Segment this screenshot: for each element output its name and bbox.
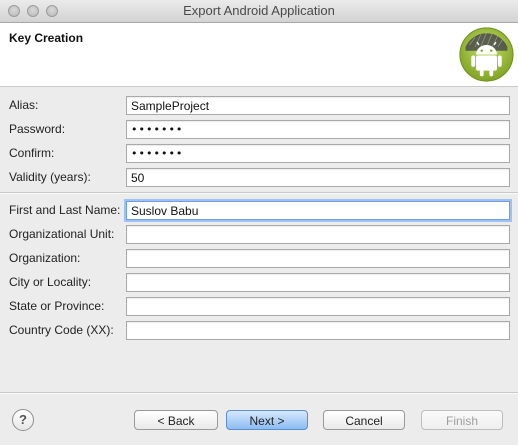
confirm-label: Confirm: xyxy=(9,146,55,160)
country-code-input[interactable] xyxy=(126,321,510,340)
next-button[interactable]: Next > xyxy=(226,410,308,430)
back-button[interactable]: < Back xyxy=(134,410,218,430)
org-unit-input[interactable] xyxy=(126,225,510,244)
alias-input[interactable] xyxy=(126,96,510,115)
android-logo-icon xyxy=(459,27,514,82)
confirm-password-input[interactable] xyxy=(126,144,510,163)
name-label: First and Last Name: xyxy=(9,203,121,217)
org-unit-label: Organizational Unit: xyxy=(9,227,115,241)
city-input[interactable] xyxy=(126,273,510,292)
country-code-label: Country Code (XX): xyxy=(9,323,114,337)
organization-input[interactable] xyxy=(126,249,510,268)
state-input[interactable] xyxy=(126,297,510,316)
export-android-dialog: Export Android Application Key Creation xyxy=(0,0,518,445)
organization-label: Organization: xyxy=(9,251,81,265)
password-label: Password: xyxy=(9,122,66,136)
section-divider xyxy=(0,192,518,194)
finish-button[interactable]: Finish xyxy=(421,410,503,430)
alias-label: Alias: xyxy=(9,98,39,112)
first-last-name-input[interactable] xyxy=(126,201,510,220)
city-label: City or Locality: xyxy=(9,275,92,289)
footer-divider xyxy=(0,392,518,394)
state-label: State or Province: xyxy=(9,299,105,313)
validity-input[interactable] xyxy=(126,168,510,187)
header-banner: Key Creation xyxy=(0,23,518,87)
page-title: Key Creation xyxy=(9,31,84,45)
title-bar[interactable]: Export Android Application xyxy=(0,0,518,23)
password-input[interactable] xyxy=(126,120,510,139)
help-icon[interactable]: ? xyxy=(12,409,34,431)
window-title: Export Android Application xyxy=(183,3,335,18)
validity-label: Validity (years): xyxy=(9,170,91,184)
cancel-button[interactable]: Cancel xyxy=(323,410,405,430)
